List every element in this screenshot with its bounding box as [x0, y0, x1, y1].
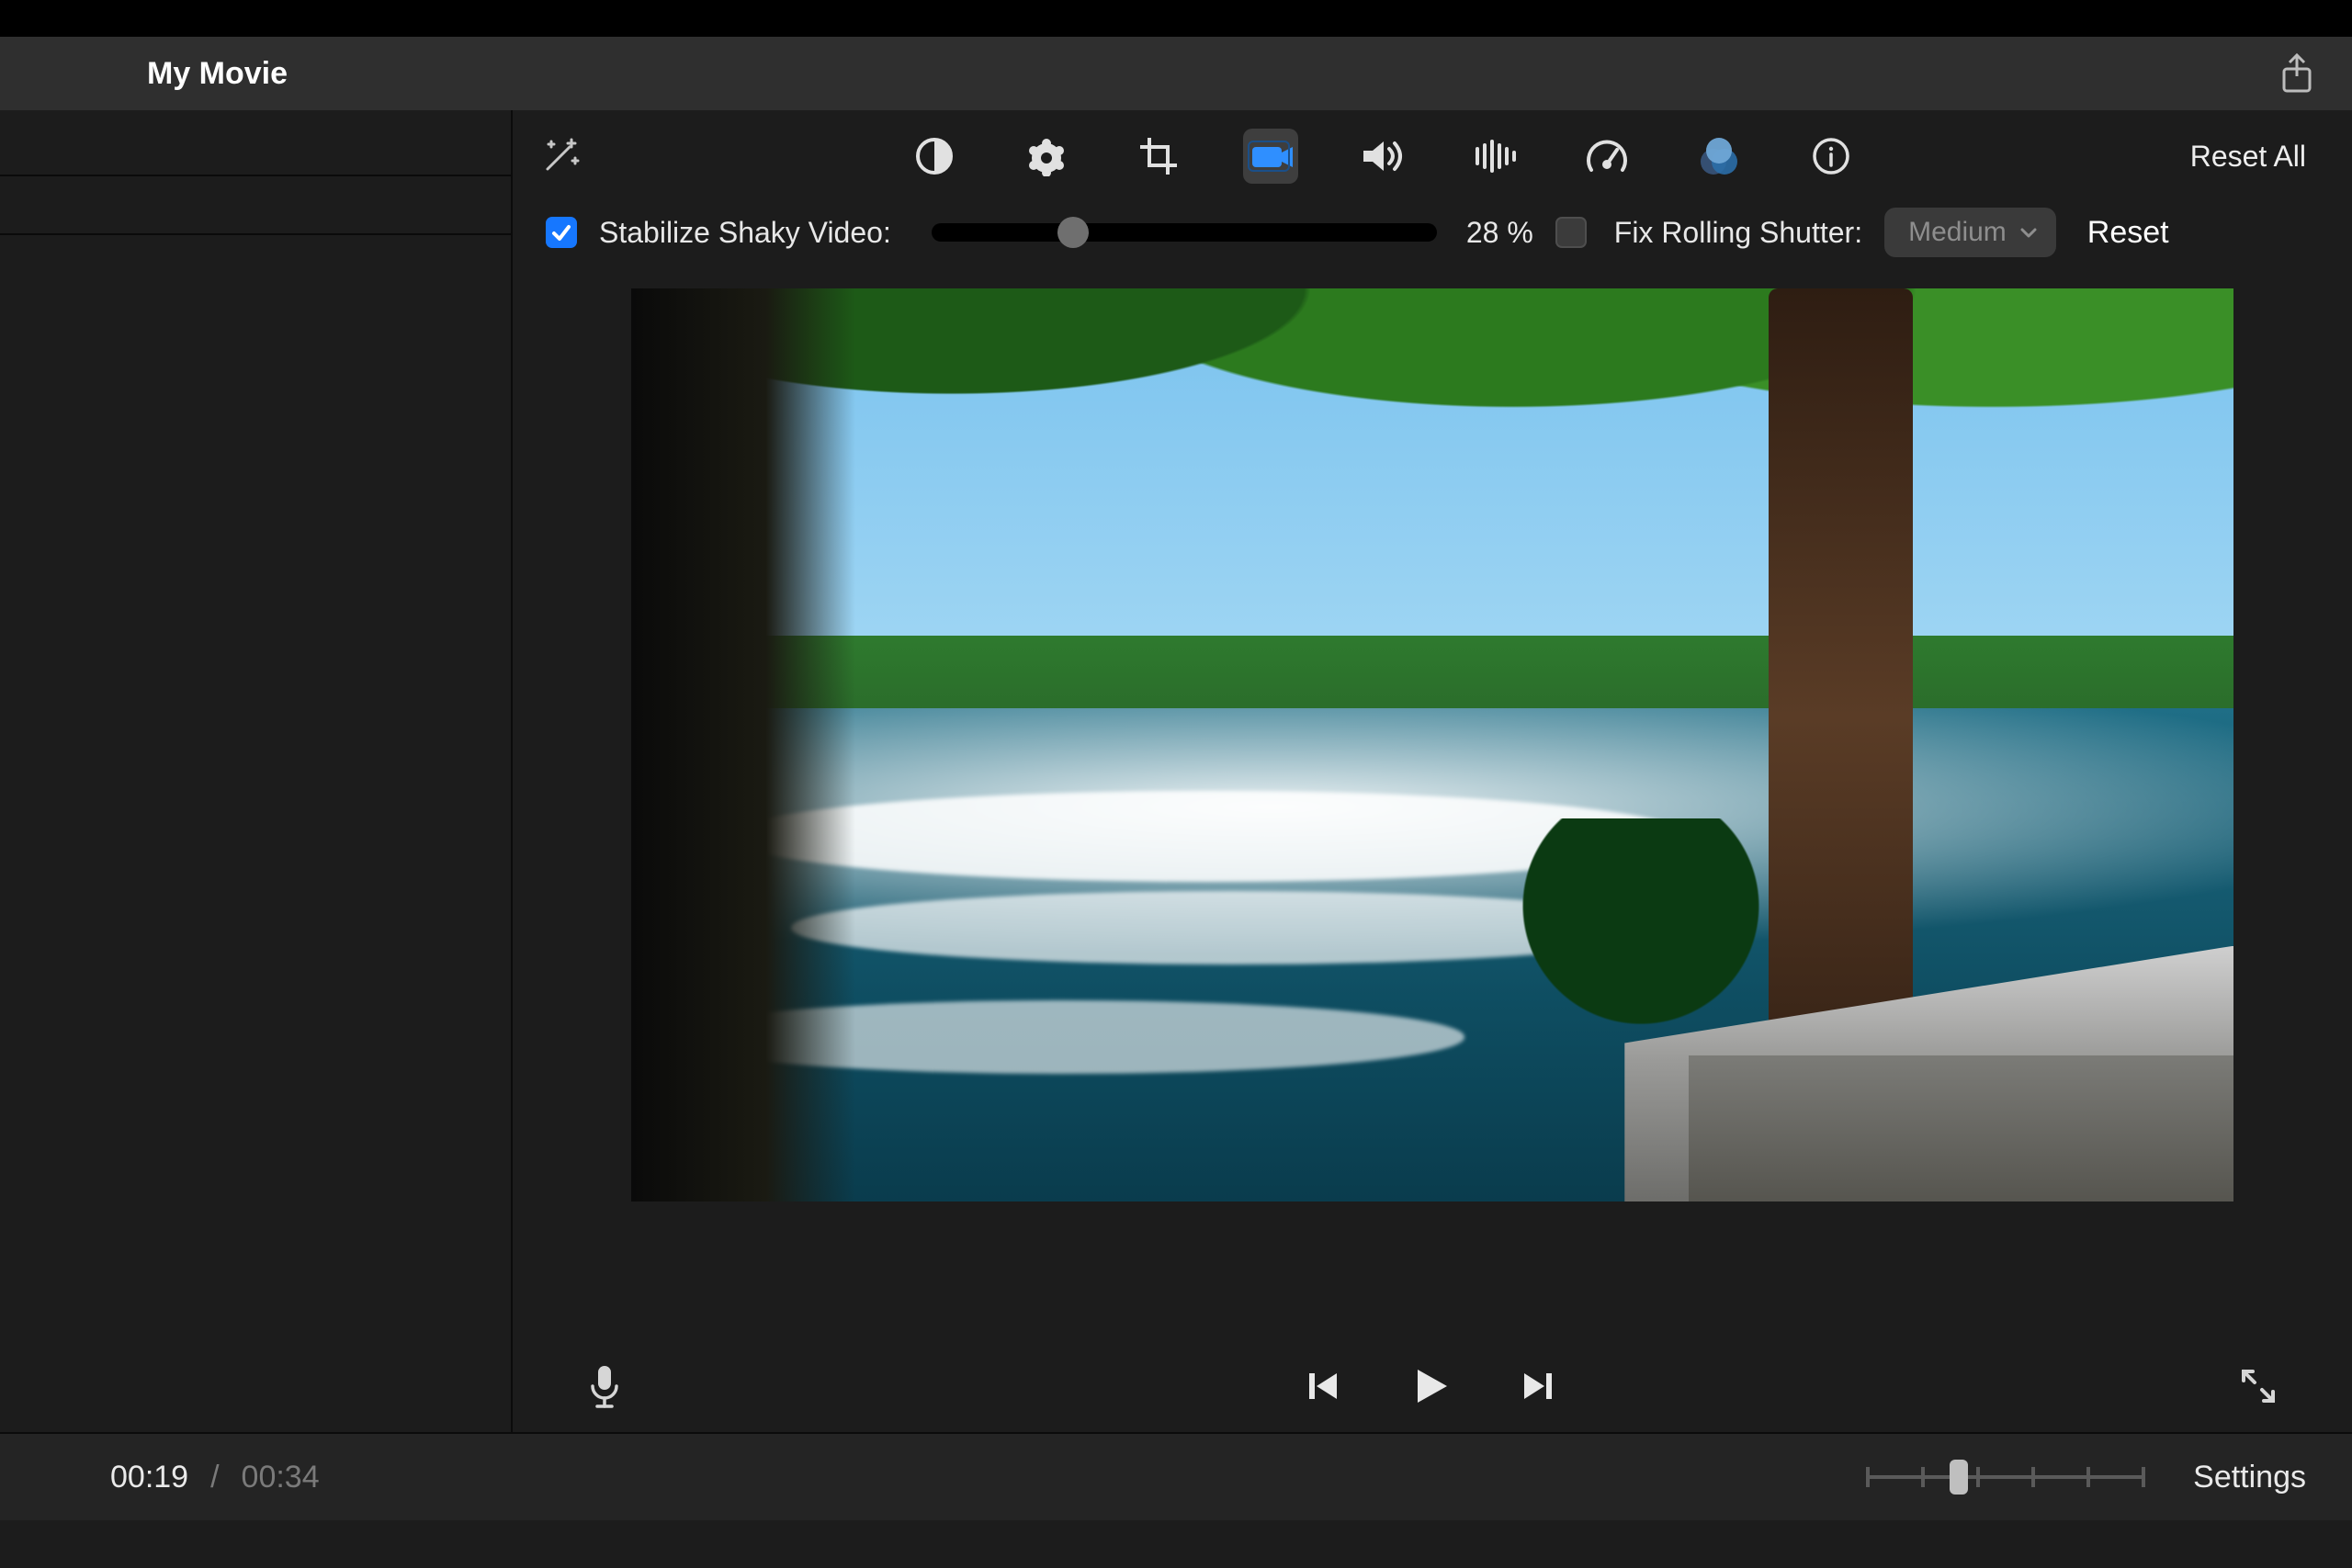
voiceover-mic-icon[interactable] — [586, 1362, 623, 1410]
color-balance-icon[interactable] — [907, 129, 962, 184]
share-icon[interactable] — [2278, 53, 2315, 94]
playback-bar — [513, 1340, 2352, 1432]
volume-icon[interactable] — [1355, 129, 1410, 184]
sidebar-row[interactable] — [0, 176, 511, 235]
reset-all-button[interactable]: Reset All — [2154, 140, 2306, 174]
zoom-slider-thumb[interactable] — [1950, 1460, 1968, 1495]
timeline-footer: 00:19 / 00:34 Settings — [0, 1432, 2352, 1520]
auto-enhance-icon[interactable] — [538, 134, 582, 178]
play-icon[interactable] — [1407, 1362, 1454, 1410]
chevron-down-icon — [2019, 226, 2038, 239]
info-icon[interactable] — [1804, 129, 1859, 184]
window-chrome-gap — [0, 0, 2352, 37]
settings-button[interactable]: Settings — [2193, 1460, 2306, 1495]
stabilize-slider[interactable] — [932, 223, 1437, 242]
stabilize-reset-button[interactable]: Reset — [2087, 215, 2169, 251]
titlebar: My Movie — [0, 37, 2352, 110]
sidebar-header — [0, 110, 511, 176]
playhead-time: 00:19 — [110, 1460, 188, 1495]
stabilize-label: Stabilize Shaky Video: — [599, 216, 891, 250]
rolling-shutter-select-value: Medium — [1908, 217, 2007, 248]
stabilization-icon[interactable] — [1243, 129, 1298, 184]
filters-icon[interactable] — [1691, 129, 1747, 184]
rolling-shutter-checkbox[interactable] — [1555, 217, 1587, 248]
speed-icon[interactable] — [1579, 129, 1634, 184]
library-sidebar — [0, 110, 513, 1432]
next-frame-icon[interactable] — [1513, 1362, 1561, 1410]
total-duration: 00:34 — [242, 1460, 320, 1495]
timeline-area[interactable] — [0, 1520, 2352, 1568]
stabilize-percent: 28 % — [1466, 216, 1533, 250]
stabilize-checkbox[interactable] — [546, 217, 577, 248]
color-correction-icon[interactable] — [1019, 129, 1074, 184]
stabilize-controls: Stabilize Shaky Video: 28 % Fix Rolling … — [513, 202, 2352, 272]
fullscreen-icon[interactable] — [2238, 1366, 2278, 1406]
stabilize-slider-thumb[interactable] — [1057, 217, 1089, 248]
rolling-shutter-label: Fix Rolling Shutter: — [1614, 216, 1862, 250]
viewer-panel: Reset All Stabilize Shaky Video: 28 % Fi… — [513, 110, 2352, 1432]
previous-frame-icon[interactable] — [1300, 1362, 1348, 1410]
video-preview[interactable] — [631, 288, 2233, 1201]
project-title: My Movie — [147, 56, 288, 92]
noise-equalizer-icon[interactable] — [1467, 129, 1522, 184]
crop-icon[interactable] — [1131, 129, 1186, 184]
adjustments-toolbar: Reset All — [513, 110, 2352, 202]
rolling-shutter-select[interactable]: Medium — [1884, 208, 2056, 257]
timeline-zoom-slider[interactable] — [1868, 1461, 2143, 1493]
time-separator: / — [203, 1460, 226, 1495]
